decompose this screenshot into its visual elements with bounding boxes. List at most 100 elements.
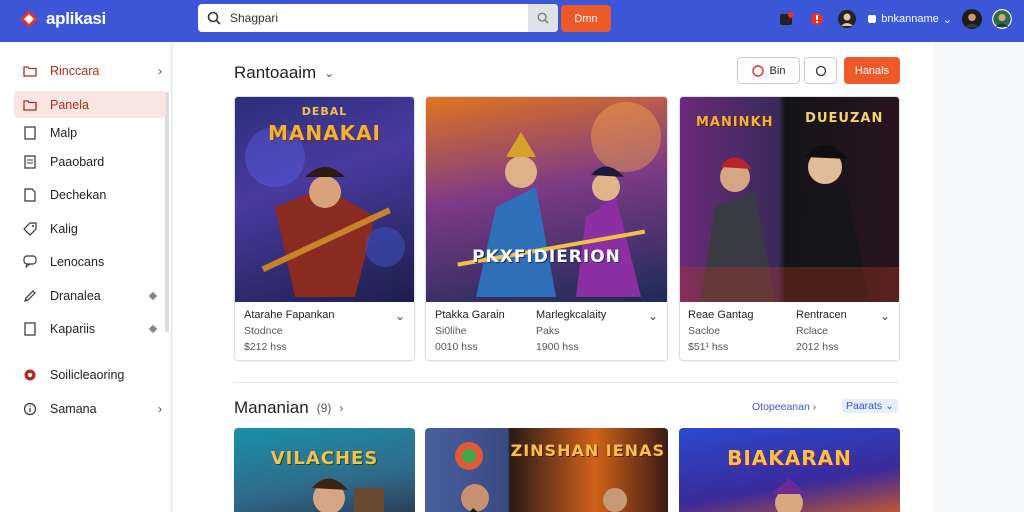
section-title[interactable]: Mananian (9) › xyxy=(234,398,343,418)
avatar-dark[interactable] xyxy=(962,9,982,29)
card-price: 2012 hss xyxy=(796,341,839,353)
edit-icon xyxy=(22,288,38,304)
record-icon xyxy=(751,64,764,77)
game-card[interactable]: DEBAL MANAKAI Atarahe Fapankan Stodnce $… xyxy=(234,96,415,361)
section-title-text: Rantoaaim xyxy=(234,63,317,82)
game-art-title: VILACHES xyxy=(270,448,379,469)
chat-icon xyxy=(815,65,826,76)
app-name: aplikasi xyxy=(46,9,106,28)
sidebar-item-10[interactable]: Samana › xyxy=(14,395,166,422)
game-art-title: MANAKAI xyxy=(267,121,381,145)
document-icon xyxy=(22,125,38,141)
folder-icon xyxy=(22,63,38,79)
tag-icon xyxy=(22,221,38,237)
game-art: MANINKH DUEUZAN xyxy=(680,97,899,302)
top-action-button[interactable]: Dmn xyxy=(561,5,611,32)
sidebar-item-label: Malp xyxy=(50,125,78,140)
chevron-down-icon: ⌄ xyxy=(942,13,952,26)
card-subtitle: Paks xyxy=(536,325,560,337)
card-subtitle: Sacloe xyxy=(688,325,721,337)
card-price: 1900 hss xyxy=(536,341,579,353)
chevron-down-icon[interactable]: ⌄ xyxy=(880,309,890,323)
sidebar-item-label: Soilicleaoring xyxy=(50,367,125,382)
section-dropdown[interactable]: Paarats ⌄ xyxy=(842,399,898,413)
chevron-right-icon: › xyxy=(158,63,162,78)
sidebar-item-label: Dechekan xyxy=(50,187,107,202)
card-info: Reae Gantag Sacloe $51¹ hss xyxy=(688,307,753,355)
sidebar-item-2[interactable]: Malp xyxy=(14,119,166,146)
sidebar-item-label: Dranalea xyxy=(50,288,101,303)
section-title[interactable]: Rantoaaim ⌄ xyxy=(234,63,334,83)
section-link-label: Otopeeanan xyxy=(752,401,810,413)
card-title: Rentracen xyxy=(796,309,847,321)
game-card[interactable]: BIAKARAN xyxy=(679,428,900,512)
card-title: Marlegkcalaity xyxy=(536,309,607,321)
right-gutter xyxy=(933,42,1024,512)
sidebar-item-1[interactable]: Panela xyxy=(14,91,166,118)
game-card[interactable]: MANINKH DUEUZAN Reae Gantag Sacloe $51¹ … xyxy=(679,96,900,361)
section-divider xyxy=(234,382,900,383)
chevron-right-icon: › xyxy=(158,401,162,416)
card-title: Reae Gantag xyxy=(688,309,754,321)
game-card[interactable]: VILACHES xyxy=(234,428,415,512)
chat-button[interactable] xyxy=(804,57,837,84)
game-card[interactable]: PKXFIDIERION Ptakka Garain Si0lihe 0010 … xyxy=(425,96,668,361)
sidebar-item-label: Kalig xyxy=(50,221,78,236)
card-info: Ptakka Garain Si0lihe 0010 hss xyxy=(435,307,505,355)
search-bar[interactable] xyxy=(198,4,558,32)
chevron-down-icon[interactable]: ⌄ xyxy=(395,309,405,323)
card-price: 0010 hss xyxy=(435,341,478,353)
game-art: DEBAL MANAKAI xyxy=(235,97,414,302)
chat-icon xyxy=(22,254,38,270)
primary-action-button[interactable]: Hanals xyxy=(844,57,900,84)
gear-icon xyxy=(22,367,38,383)
sidebar-item-3[interactable]: Paaobard xyxy=(14,148,166,175)
chevron-down-icon[interactable]: ⌄ xyxy=(648,309,658,323)
game-card[interactable]: ZINSHAN IENAS xyxy=(425,428,668,512)
search-icon xyxy=(198,11,230,25)
game-art-kicker: DUEUZAN xyxy=(805,111,884,126)
sidebar-item-7[interactable]: Dranalea xyxy=(14,282,166,309)
notifications-icon[interactable] xyxy=(777,9,797,29)
section-link[interactable]: Otopeeanan › xyxy=(752,401,816,413)
sidebar-item-5[interactable]: Kalig xyxy=(14,215,166,242)
sidebar-item-label: Rinccara xyxy=(50,63,100,78)
game-art: PKXFIDIERION xyxy=(426,97,667,302)
user-icon xyxy=(868,15,877,23)
alert-icon[interactable] xyxy=(807,9,827,29)
avatar[interactable] xyxy=(992,9,1012,29)
top-bar: aplikasi Dmn bnkanname ⌄ xyxy=(0,0,1024,42)
sidebar-item-4[interactable]: Dechekan xyxy=(14,181,166,208)
section-count: (9) xyxy=(316,401,332,415)
sidebar-item-0[interactable]: Rinccara › xyxy=(14,57,166,84)
user-menu[interactable]: bnkanname ⌄ xyxy=(867,13,952,26)
diamond-icon xyxy=(148,324,158,333)
sidebar-item-label: Paaobard xyxy=(50,154,105,169)
filter-button[interactable]: Bin xyxy=(737,57,800,84)
document-icon xyxy=(22,187,38,203)
sidebar-item-9[interactable]: Soilicleaoring xyxy=(14,361,166,388)
sidebar-item-6[interactable]: Lenocans xyxy=(14,248,166,275)
game-art-title: MANINKH xyxy=(695,115,774,130)
section-dropdown-label: Paarats xyxy=(846,400,883,412)
document-icon xyxy=(22,321,38,337)
profile-status-icon[interactable] xyxy=(837,9,857,29)
card-subtitle: Rclace xyxy=(796,325,829,337)
username: bnkanname xyxy=(881,13,939,25)
sidebar-item-8[interactable]: Kapariis xyxy=(14,315,166,342)
search-input[interactable] xyxy=(230,11,528,25)
sidebar-item-label: Lenocans xyxy=(50,254,105,269)
app-logo[interactable]: aplikasi xyxy=(18,8,106,30)
chevron-down-icon: ⌄ xyxy=(324,66,335,80)
game-art-title: ZINSHAN IENAS xyxy=(510,441,665,460)
game-art-title: BIAKARAN xyxy=(727,446,852,470)
sidebar-item-label: Panela xyxy=(50,97,89,112)
card-subtitle: Stodnce xyxy=(244,325,283,337)
info-icon xyxy=(22,401,38,417)
game-art-figures xyxy=(771,478,807,512)
top-right-controls: bnkanname ⌄ xyxy=(777,4,1012,34)
card-price: $51¹ hss xyxy=(688,341,729,353)
card-title: Atarahe Fapankan xyxy=(244,309,335,321)
game-art-figures xyxy=(312,478,384,512)
search-submit-button[interactable] xyxy=(528,4,558,32)
